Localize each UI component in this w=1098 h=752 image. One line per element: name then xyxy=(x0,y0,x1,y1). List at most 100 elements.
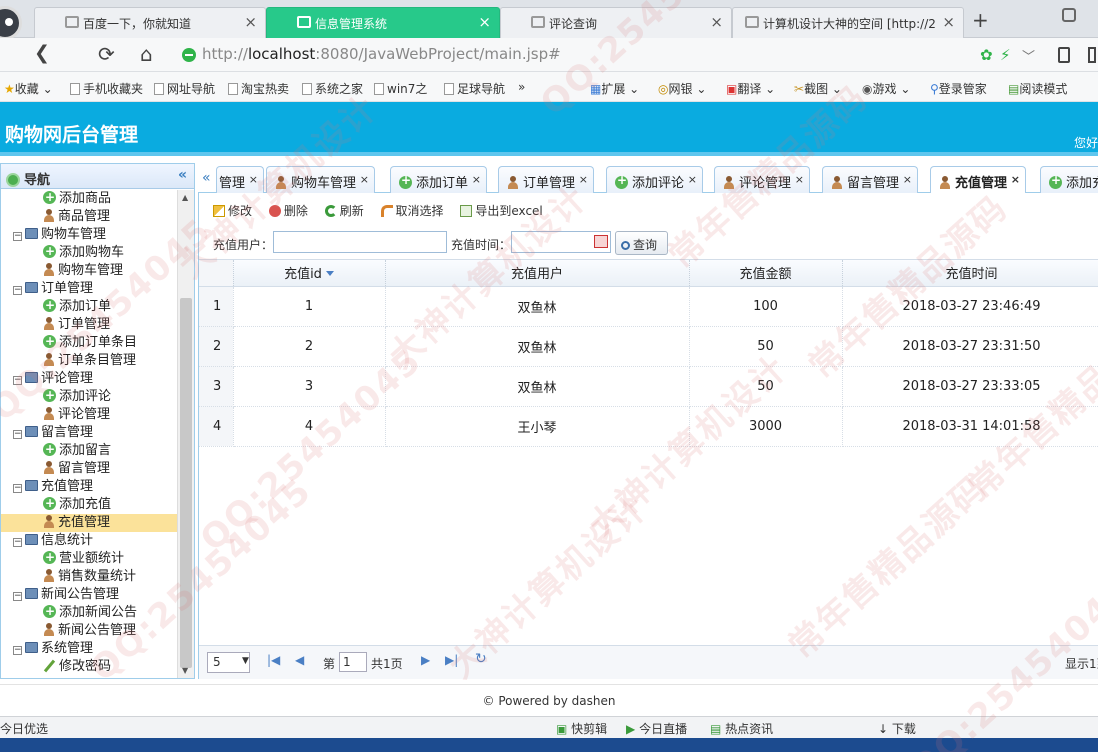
login-manager-button[interactable]: ⚲登录管家 xyxy=(930,80,987,97)
collapse-toggle-icon[interactable]: − xyxy=(13,430,22,439)
nav-item[interactable]: 营业额统计 xyxy=(1,548,177,568)
extensions-button[interactable]: ▦扩展 ⌄ xyxy=(590,80,639,97)
page-number-input[interactable]: 1 xyxy=(339,652,367,672)
column-header-amount[interactable]: 充值金额 xyxy=(689,260,843,287)
nav-item[interactable]: 购物车管理 xyxy=(1,262,177,280)
collapse-toggle-icon[interactable]: − xyxy=(13,646,22,655)
export-excel-button[interactable]: 导出到excel xyxy=(460,202,543,219)
status-today-picks[interactable]: 今日优选 xyxy=(0,720,48,737)
nav-item[interactable]: 添加订单条目 xyxy=(1,332,177,352)
close-icon[interactable]: × xyxy=(579,173,588,186)
bank-button[interactable]: ◎网银 ⌄ xyxy=(658,80,706,97)
status-live[interactable]: ▶ 今日直播 xyxy=(626,720,687,737)
prev-page-icon[interactable]: ◀ xyxy=(295,653,304,667)
nav-item[interactable]: 充值管理 xyxy=(1,514,177,532)
scroll-down-icon[interactable]: ▼ xyxy=(182,666,188,675)
content-tab[interactable]: 留言管理 × xyxy=(822,166,919,193)
close-icon[interactable]: × xyxy=(710,13,723,31)
nav-item[interactable]: 新闻公告管理 xyxy=(1,622,177,640)
bookmark-nav[interactable]: 网址导航 xyxy=(154,80,215,97)
nav-item[interactable]: 添加商品 xyxy=(1,190,177,208)
browser-tab-comment-query[interactable]: 评论查询 × xyxy=(500,7,732,38)
nav-item[interactable]: 添加购物车 xyxy=(1,242,177,262)
browser-tab-info-system[interactable]: 信息管理系统 × xyxy=(266,7,500,38)
content-tab[interactable]: 添加订单× xyxy=(390,166,488,193)
collapse-toggle-icon[interactable]: − xyxy=(13,484,22,493)
new-tab-button[interactable]: + xyxy=(972,8,989,32)
status-download[interactable]: ↓ 下载 xyxy=(878,720,916,737)
content-tab[interactable]: 评论管理 × xyxy=(714,166,811,193)
search-button[interactable]: 查询 xyxy=(615,231,668,255)
refresh-button[interactable]: 刷新 xyxy=(324,202,364,219)
close-icon[interactable]: × xyxy=(478,13,491,31)
last-page-icon[interactable]: ▶| xyxy=(445,653,458,667)
close-icon[interactable]: × xyxy=(244,13,257,31)
close-icon[interactable]: × xyxy=(1011,173,1020,186)
reload-icon[interactable]: ⟳ xyxy=(98,42,115,66)
scroll-up-icon[interactable]: ▲ xyxy=(182,193,188,202)
page-size-select[interactable]: 5 ▼ xyxy=(207,652,250,673)
nav-item[interactable]: 添加充值 xyxy=(1,494,177,514)
screenshot-button[interactable]: ✂截图 ⌄ xyxy=(794,80,842,97)
home-icon[interactable]: ⌂ xyxy=(140,42,153,66)
nav-item[interactable]: 修改密码 xyxy=(1,658,177,676)
collapse-icon[interactable]: « xyxy=(178,167,187,183)
close-icon[interactable]: × xyxy=(360,173,369,186)
column-header-user[interactable]: 充值用户 xyxy=(385,260,690,287)
content-tab[interactable]: 订单管理 × xyxy=(498,166,595,193)
status-quick-clip[interactable]: ▣ 快剪辑 xyxy=(556,720,607,737)
nav-scrollbar[interactable]: ▲ ▼ xyxy=(177,190,194,678)
first-page-icon[interactable]: |◀ xyxy=(267,653,280,667)
cancel-selection-button[interactable]: 取消选择 xyxy=(380,202,444,219)
edit-button[interactable]: 修改 xyxy=(213,202,252,219)
collapse-toggle-icon[interactable]: − xyxy=(13,286,22,295)
nav-item[interactable]: 留言管理 xyxy=(1,460,177,478)
nav-item[interactable]: 销售数量统计 xyxy=(1,568,177,586)
bookmark-system-home[interactable]: 系统之家 xyxy=(302,80,363,97)
scrollbar-thumb[interactable] xyxy=(180,298,192,668)
games-button[interactable]: ◉游戏 ⌄ xyxy=(862,80,910,97)
nav-group[interactable]: − 充值管理 xyxy=(1,478,177,496)
menu-icon[interactable] xyxy=(1088,47,1096,63)
bookmark-favorites[interactable]: ★收藏 ⌄ xyxy=(4,80,53,97)
browser-tab-baidu[interactable]: 百度一下，你就知道 × xyxy=(34,7,266,38)
phone-icon[interactable] xyxy=(1058,47,1070,63)
close-icon[interactable]: × xyxy=(249,173,258,186)
close-icon[interactable]: × xyxy=(688,173,697,186)
table-row[interactable]: 2 2 双鱼林 50 2018-03-27 23:31:50 xyxy=(199,326,1098,367)
nav-group[interactable]: − 订单管理 xyxy=(1,280,177,298)
content-tab[interactable]: 添加充 xyxy=(1040,166,1098,193)
bookmark-more[interactable]: » xyxy=(518,80,525,94)
calendar-icon[interactable] xyxy=(594,235,608,248)
content-tab[interactable]: 添加评论× xyxy=(606,166,704,193)
nav-item[interactable]: 添加订单 xyxy=(1,296,177,316)
collapse-toggle-icon[interactable]: − xyxy=(13,538,22,547)
column-header-time[interactable]: 充值时间 xyxy=(842,260,1098,287)
tab-scroll-left-icon[interactable]: « xyxy=(198,166,216,193)
table-row[interactable]: 3 3 双鱼林 50 2018-03-27 23:33:05 xyxy=(199,366,1098,407)
shirt-icon[interactable] xyxy=(1062,8,1076,22)
next-page-icon[interactable]: ▶ xyxy=(421,653,430,667)
reload-icon[interactable]: ↻ xyxy=(475,651,487,667)
content-tab[interactable]: 管理 × xyxy=(216,166,265,193)
browser-logo-icon[interactable] xyxy=(0,6,22,40)
back-icon[interactable]: ❮ xyxy=(34,42,50,64)
chevron-down-icon[interactable]: ﹀ xyxy=(1022,46,1035,65)
bookmark-football[interactable]: 足球导航 xyxy=(444,80,505,97)
nav-group[interactable]: − 留言管理 xyxy=(1,424,177,442)
nav-item[interactable]: 添加新闻公告 xyxy=(1,602,177,622)
reading-mode-button[interactable]: ▤阅读模式 xyxy=(1008,80,1067,97)
close-icon[interactable]: × xyxy=(903,173,912,186)
recharge-time-input[interactable] xyxy=(511,231,611,253)
content-tab[interactable]: 充值管理 × xyxy=(930,166,1027,194)
content-tab[interactable]: 购物车管理 × xyxy=(266,166,376,193)
nav-group[interactable]: − 购物车管理 xyxy=(1,226,177,244)
status-hot-news[interactable]: ▤ 热点资讯 xyxy=(710,720,773,737)
close-icon[interactable]: × xyxy=(795,173,804,186)
nav-group[interactable]: − 信息统计 xyxy=(1,532,177,550)
table-row[interactable]: 4 4 王小琴 3000 2018-03-31 14:01:58 xyxy=(199,406,1098,447)
collapse-toggle-icon[interactable]: − xyxy=(13,592,22,601)
collapse-toggle-icon[interactable]: − xyxy=(13,376,22,385)
url-input[interactable]: http://localhost:8080/JavaWebProject/mai… xyxy=(176,43,976,67)
lightning-icon[interactable]: ⚡ xyxy=(1000,46,1011,64)
